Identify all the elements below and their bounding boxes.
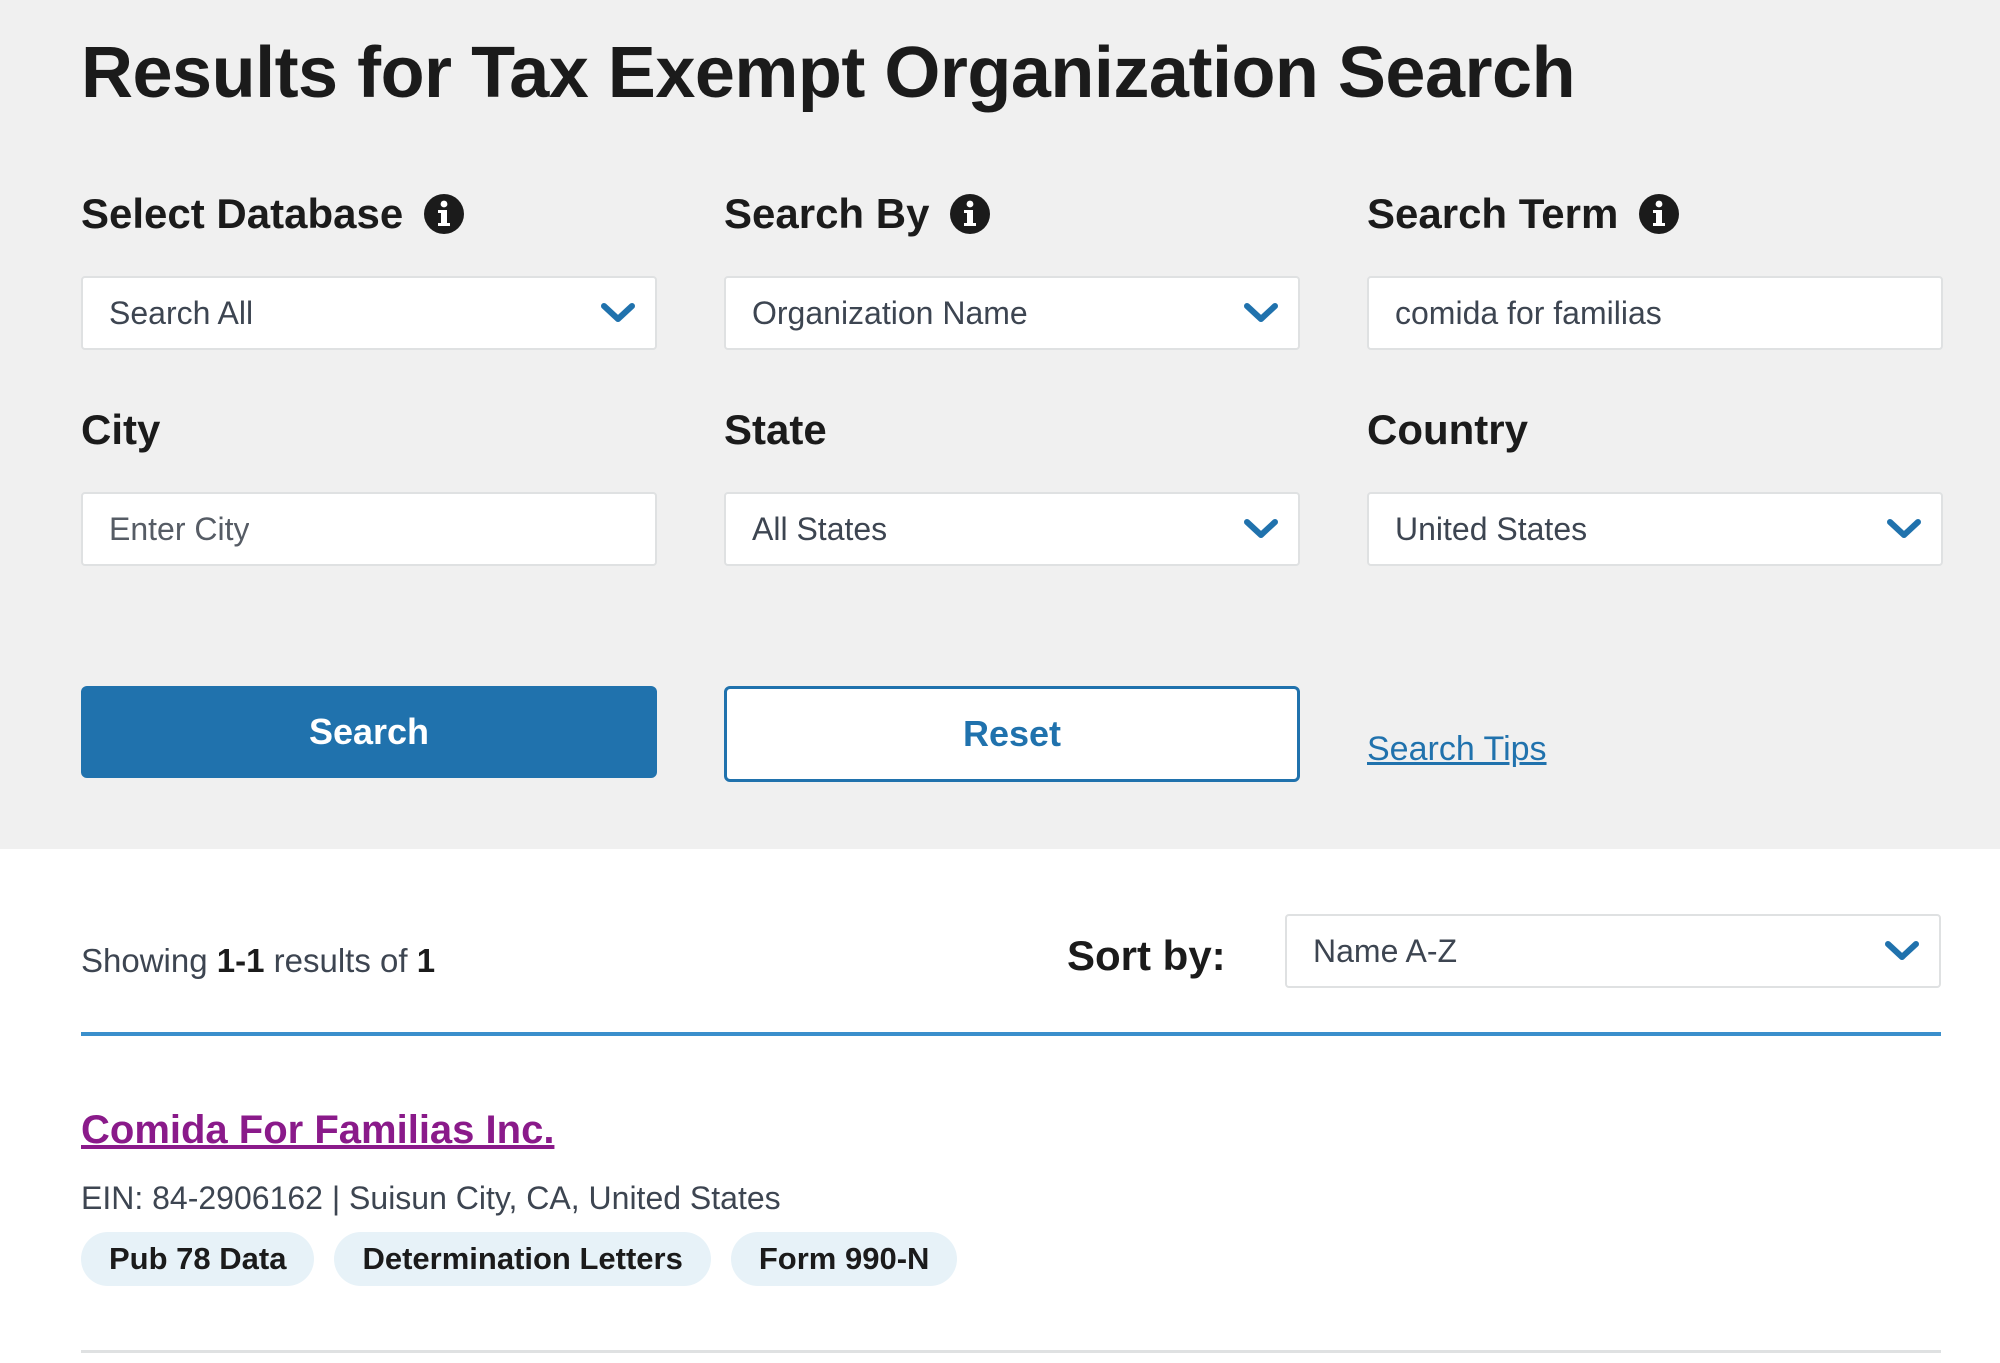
search-term-input[interactable]: comida for familias xyxy=(1367,276,1943,350)
results-divider xyxy=(81,1032,1941,1036)
search-by-select[interactable]: Organization Name xyxy=(724,276,1300,350)
state-select[interactable]: All States xyxy=(724,492,1300,566)
chevron-down-icon xyxy=(1244,303,1278,322)
sort-select[interactable]: Name A-Z xyxy=(1285,914,1941,988)
tag-determination-letters[interactable]: Determination Letters xyxy=(334,1232,711,1286)
showing-prefix: Showing xyxy=(81,942,217,979)
search-term-label-text: Search Term xyxy=(1367,190,1619,237)
sort-by-label: Sort by: xyxy=(1067,932,1226,979)
state-label-text: State xyxy=(724,406,827,453)
select-database-label-text: Select Database xyxy=(81,190,404,237)
country-label-text: Country xyxy=(1367,406,1528,453)
city-input-placeholder: Enter City xyxy=(109,510,250,547)
chevron-down-icon xyxy=(1244,519,1278,538)
search-tips-link[interactable]: Search Tips xyxy=(1367,730,1547,769)
search-by-label: Search By xyxy=(724,184,991,244)
tag-pub78-data[interactable]: Pub 78 Data xyxy=(81,1232,315,1286)
info-icon[interactable] xyxy=(949,193,991,235)
sort-select-value: Name A-Z xyxy=(1313,932,1458,969)
search-term-label: Search Term xyxy=(1367,184,1680,244)
database-select[interactable]: Search All xyxy=(81,276,657,350)
country-select[interactable]: United States xyxy=(1367,492,1943,566)
city-input[interactable]: Enter City xyxy=(81,492,657,566)
search-by-label-text: Search By xyxy=(724,190,930,237)
select-database-label: Select Database xyxy=(81,184,465,244)
result-organization-link[interactable]: Comida For Familias Inc. xyxy=(81,1108,554,1153)
chevron-down-icon xyxy=(1887,519,1921,538)
info-icon[interactable] xyxy=(423,193,465,235)
search-panel: Results for Tax Exempt Organization Sear… xyxy=(0,0,2000,849)
info-icon[interactable] xyxy=(1638,193,1680,235)
results-range: 1-1 xyxy=(216,942,265,979)
database-select-value: Search All xyxy=(109,294,254,331)
chevron-down-icon xyxy=(601,303,635,322)
results-summary: Showing 1-1 results of 1 xyxy=(81,942,435,980)
search-by-select-value: Organization Name xyxy=(752,294,1028,331)
country-label: Country xyxy=(1367,400,1528,460)
reset-button[interactable]: Reset xyxy=(724,686,1300,782)
search-term-input-value: comida for familias xyxy=(1395,294,1662,331)
state-select-value: All States xyxy=(752,510,888,547)
page-title: Results for Tax Exempt Organization Sear… xyxy=(81,33,1576,113)
results-of-text: results of xyxy=(264,942,417,979)
city-label-text: City xyxy=(81,406,161,453)
results-total: 1 xyxy=(416,942,436,979)
chevron-down-icon xyxy=(1885,941,1919,960)
result-meta: EIN: 84-2906162 | Suisun City, CA, Unite… xyxy=(81,1180,781,1216)
result-tags: Pub 78 Data Determination Letters Form 9… xyxy=(81,1232,958,1286)
tag-form-990n[interactable]: Form 990-N xyxy=(730,1232,958,1286)
search-button[interactable]: Search xyxy=(81,686,657,778)
result-divider xyxy=(81,1350,1941,1353)
country-select-value: United States xyxy=(1395,510,1588,547)
state-label: State xyxy=(724,400,827,460)
city-label: City xyxy=(81,400,160,460)
